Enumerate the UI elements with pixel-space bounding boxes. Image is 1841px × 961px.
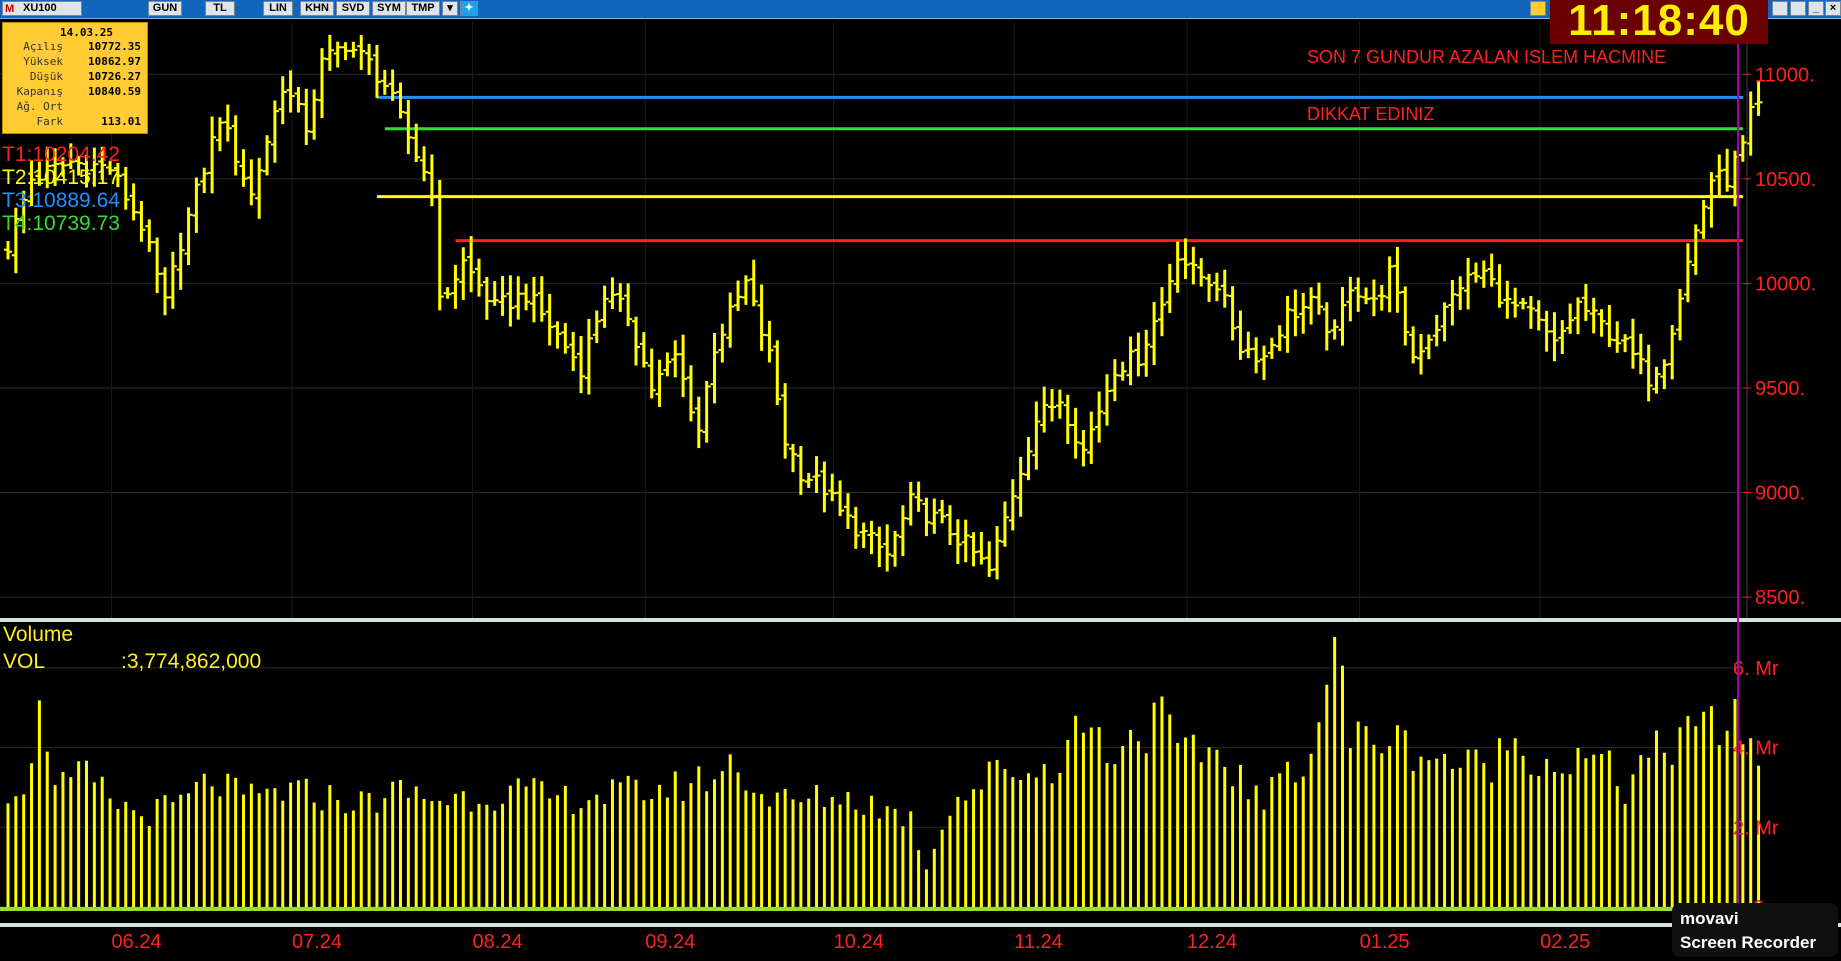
target-label-t4: T4:10739.73	[2, 212, 120, 235]
ohlc-label: Ağ. Ort	[16, 100, 63, 113]
ohlc-value: 10840.59	[88, 85, 141, 98]
close-icon[interactable]: ×	[1825, 1, 1841, 16]
price-tick-label: 10000.	[1755, 273, 1816, 295]
target-label-t1: T1:10204.42	[2, 143, 120, 166]
ohlc-label: Fark	[36, 115, 64, 128]
clock: 11:18:40	[1550, 0, 1768, 44]
ohlc-date: 14.03.25	[60, 26, 113, 39]
price-bars	[4, 34, 1763, 580]
ohlc-label: Düşük	[29, 70, 63, 83]
sym-button[interactable]: SYM	[372, 1, 406, 16]
time-tick-label: 09.24	[645, 931, 695, 953]
ohlc-label: Yüksek	[23, 55, 63, 68]
ohlc-row-high: Yüksek 10862.97	[3, 55, 147, 70]
chart-type-icon: M	[5, 3, 15, 15]
volume-tick-label: 6. Mr	[1733, 658, 1779, 680]
volume-tick-label: 2. Mr	[1733, 817, 1779, 839]
ohlc-row-close: Kapanış 10840.59	[3, 85, 147, 100]
price-tick-label: 11000.	[1755, 64, 1815, 86]
tl-button[interactable]: TL	[205, 1, 235, 16]
khn-button[interactable]: KHN	[300, 1, 334, 16]
time-tick-label: 01.25	[1360, 931, 1410, 953]
gun-button[interactable]: GUN	[148, 1, 182, 16]
dropdown-arrow-icon[interactable]: ▾	[442, 1, 458, 16]
target-label-t2: T2:10415.17	[2, 166, 120, 189]
recorder-watermark: movavi Screen Recorder	[1672, 903, 1838, 957]
volume-value: :3,774,862,000	[121, 650, 262, 673]
ohlc-row-avg: Ağ. Ort	[3, 100, 147, 115]
ohlc-value: 10862.97	[88, 55, 141, 68]
time-tick-label: 07.24	[292, 931, 342, 953]
volume-bars	[0, 636, 1761, 911]
lin-button[interactable]: LIN	[263, 1, 293, 16]
twitter-icon[interactable]: ✦	[460, 1, 478, 16]
time-tick-label: 10.24	[834, 931, 884, 953]
time-tick-label: 02.25	[1540, 931, 1590, 953]
tmp-button[interactable]: TMP	[406, 1, 440, 16]
symbol-label: XU100	[23, 2, 57, 14]
target-label-t3: T3:10889.64	[2, 189, 120, 212]
price-tick-label: 8500.	[1755, 587, 1805, 609]
ohlc-row-diff: Fark 113.01	[3, 115, 147, 130]
price-tick-label: 9500.	[1755, 378, 1805, 400]
ohlc-row-open: Açılış 10772.35	[3, 40, 147, 55]
price-tick-label: 10500.	[1755, 169, 1816, 191]
annotation-line-1: SON 7 GUNDUR AZALAN ISLEM HACMINE	[1307, 47, 1667, 67]
ohlc-label: Kapanış	[16, 85, 63, 98]
chart[interactable]: 8500.9000.9500.10000.10500.11000. 02. Mr…	[0, 18, 1841, 961]
ohlc-label: Açılış	[23, 40, 63, 53]
ohlc-row-low: Düşük 10726.27	[3, 70, 147, 85]
minimize-icon[interactable]: _	[1808, 1, 1824, 16]
volume-tick-label: 4. Mr	[1733, 738, 1779, 760]
volume-baseline	[0, 907, 1743, 911]
window-button-2[interactable]	[1790, 1, 1806, 16]
ohlc-value: 113.01	[101, 115, 141, 128]
ohlc-info-panel: 14.03.25 Açılış 10772.35 Yüksek 10862.97…	[2, 22, 148, 134]
annotation-line-2: DIKKAT EDINIZ	[1307, 104, 1435, 124]
price-tick-label: 9000.	[1755, 483, 1805, 505]
volume-panel-title: Volume	[3, 623, 74, 646]
svd-button[interactable]: SVD	[336, 1, 370, 16]
window-button-1[interactable]	[1772, 1, 1788, 16]
volume-axis: 02. Mr4. Mr6. Mr	[1733, 658, 1779, 919]
panel-divider	[0, 618, 1841, 622]
time-tick-label: 08.24	[473, 931, 523, 953]
target-levels	[376, 95, 1743, 243]
time-tick-label: 06.24	[111, 931, 161, 953]
time-tick-label: 12.24	[1187, 931, 1237, 953]
time-axis: 06.24 07.24 08.24 09.24 10.24 11.24 12.24 01.25…	[111, 931, 1590, 953]
lightning-icon[interactable]: ⚡	[1530, 1, 1546, 16]
volume-label: VOL	[3, 650, 46, 673]
price-axis: 8500. 9000. 9500. 10000. 10500. 11000.	[1743, 22, 1816, 618]
time-tick-label: 11.24	[1014, 931, 1063, 953]
symbol-selector[interactable]: M XU100	[2, 1, 82, 16]
time-axis-divider	[0, 923, 1841, 927]
ohlc-value: 10772.35	[88, 40, 141, 53]
watermark-brand: movavi	[1680, 909, 1739, 928]
ohlc-value: 10726.27	[88, 70, 141, 83]
watermark-product: Screen Recorder	[1680, 933, 1817, 952]
